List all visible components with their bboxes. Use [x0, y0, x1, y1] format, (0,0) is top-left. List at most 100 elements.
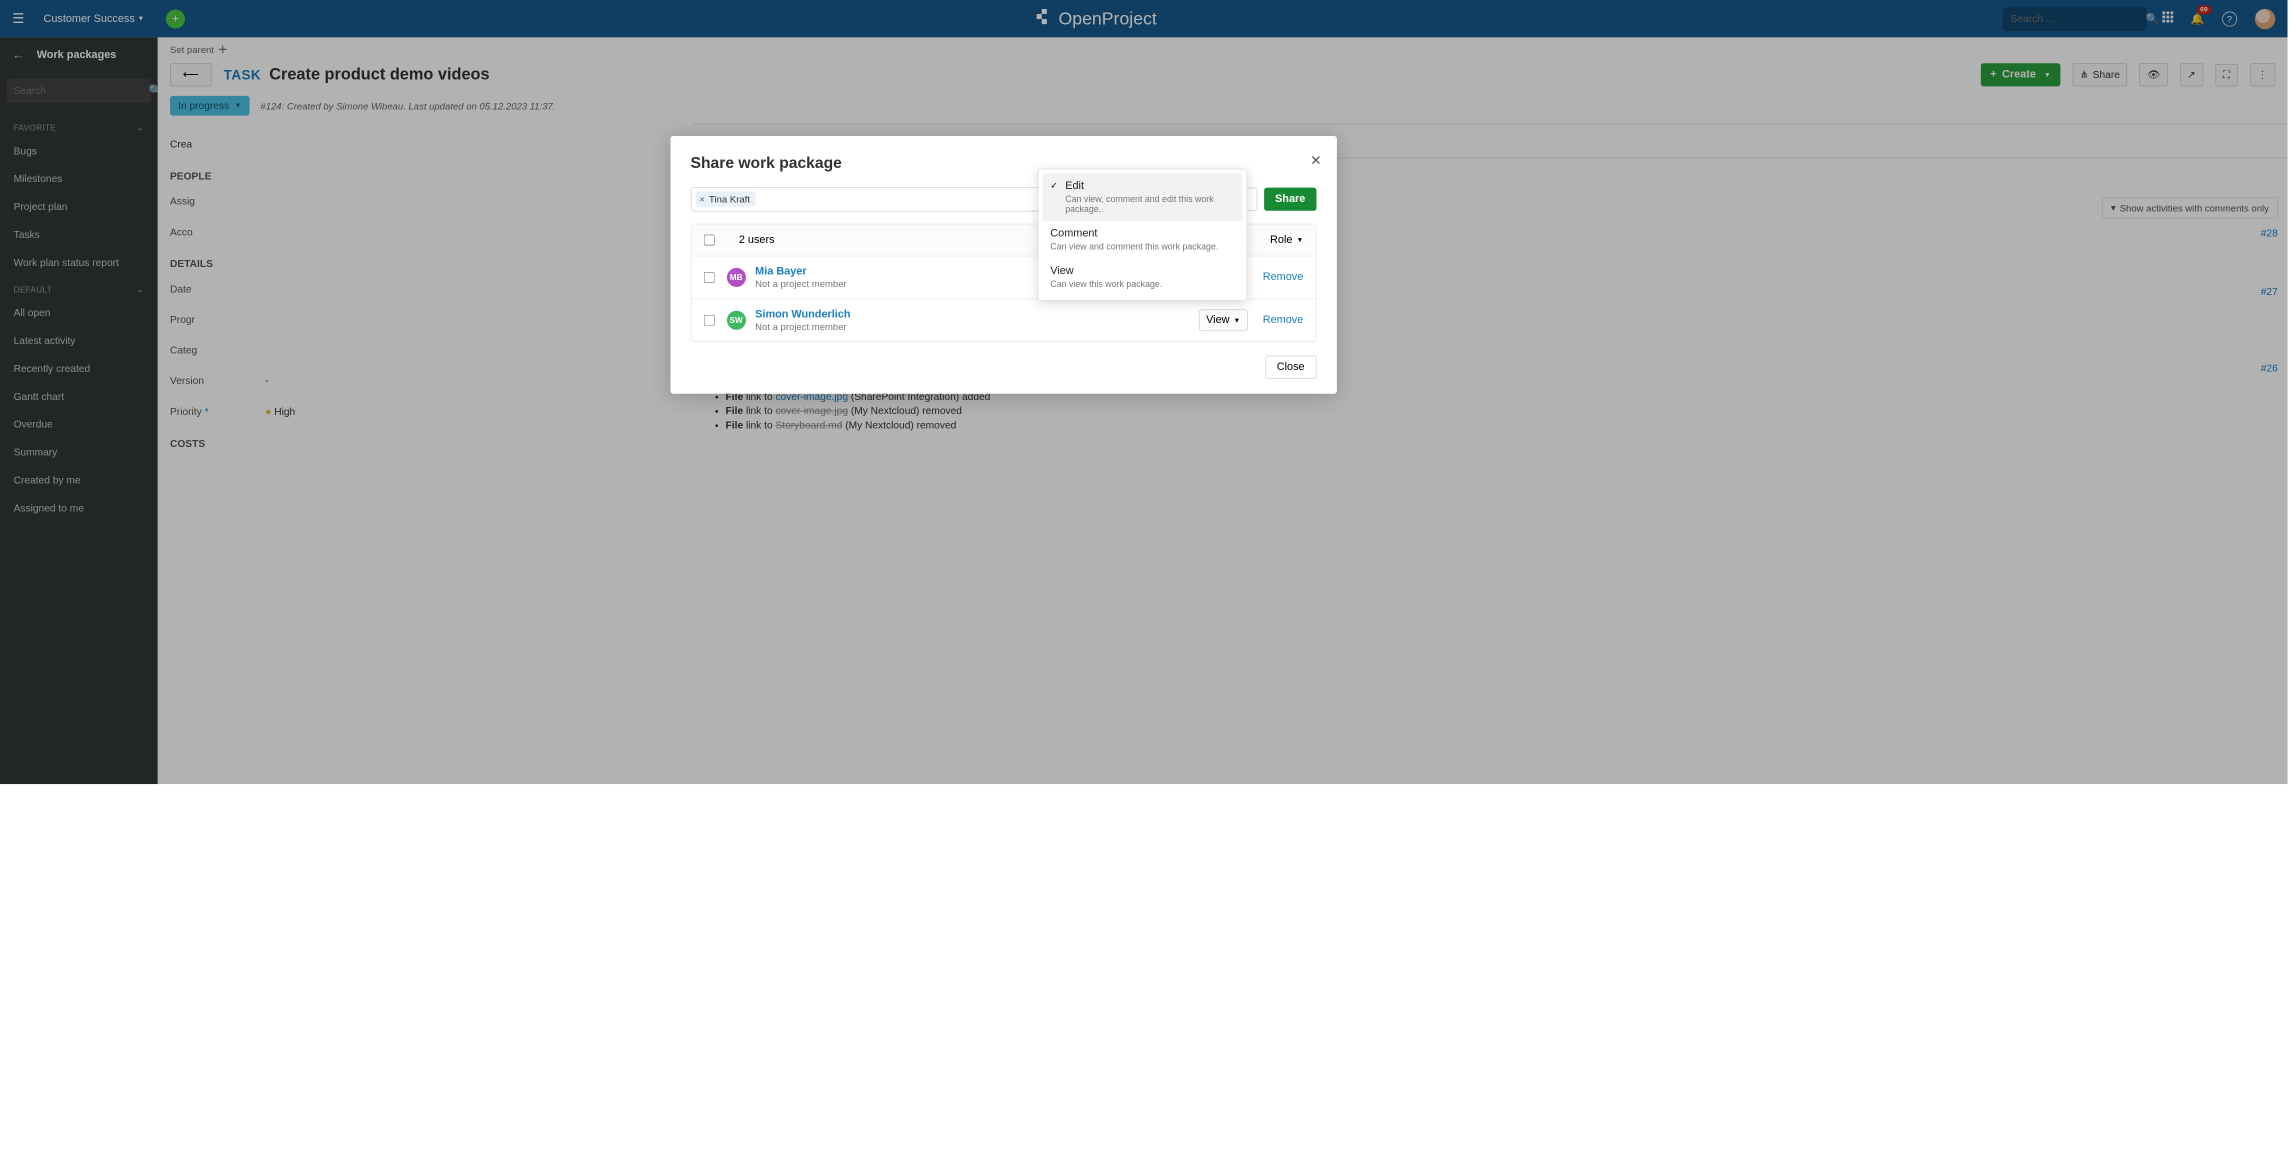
- caret-down-icon: ▼: [2044, 71, 2051, 78]
- section-details: DETAILS: [170, 248, 681, 275]
- progress-label: Progr: [170, 314, 265, 326]
- user-name[interactable]: Simon Wunderlich: [755, 309, 1198, 321]
- category-label: Categ: [170, 345, 265, 357]
- search-input[interactable]: [2011, 13, 2146, 25]
- user-avatar: MB: [727, 268, 746, 287]
- sidebar-title: Work packages: [37, 49, 117, 61]
- caret-down-icon: ▼: [137, 15, 144, 22]
- app-name: OpenProject: [1059, 8, 1157, 29]
- share-modal: Share work package ✕ × Tina Kraft × ▼ Ed…: [670, 136, 1336, 394]
- hamburger-icon[interactable]: ☰: [12, 10, 24, 27]
- sidebar-item[interactable]: Tasks: [0, 221, 158, 249]
- sidebar-item[interactable]: Gantt chart: [0, 383, 158, 411]
- expand-icon: ⛶: [2223, 69, 2230, 81]
- share-icon: ⋔: [2080, 69, 2089, 81]
- user-role-select[interactable]: View ▼: [1199, 309, 1248, 331]
- sidebar-item[interactable]: Assigned to me: [0, 494, 158, 522]
- eye-icon: 👁: [2147, 69, 2160, 81]
- share-toolbar-button[interactable]: ⋔ Share: [2073, 63, 2128, 86]
- sidebar-item[interactable]: All open: [0, 299, 158, 327]
- close-button[interactable]: Close: [1265, 356, 1316, 379]
- global-search[interactable]: 🔍: [2003, 7, 2146, 30]
- project-selector[interactable]: Customer Success ▼: [43, 13, 144, 25]
- activity-num[interactable]: #28: [2261, 228, 2278, 240]
- create-button[interactable]: + Create ▼: [1981, 63, 2061, 86]
- activity-num[interactable]: #26: [2261, 362, 2278, 385]
- chevron-down-icon: ⌄: [136, 284, 144, 296]
- activity-filter-button[interactable]: ▾ Show activities with comments only: [2102, 197, 2278, 218]
- link-icon: ↗: [2187, 69, 2196, 81]
- remove-user-button[interactable]: Remove: [1263, 314, 1304, 326]
- role-dropdown-menu: ✓ Edit Can view, comment and edit this w…: [1037, 169, 1246, 301]
- set-parent[interactable]: Set parent ＋: [158, 37, 2288, 59]
- priority-label: Priority *: [170, 406, 265, 418]
- help-icon[interactable]: ?: [2222, 11, 2237, 26]
- watch-button[interactable]: 👁: [2140, 63, 2168, 86]
- wp-title[interactable]: Create product demo videos: [269, 65, 489, 84]
- user-avatar[interactable]: [2255, 9, 2275, 29]
- assignee-label: Assig: [170, 196, 265, 208]
- version-value[interactable]: -: [265, 375, 268, 387]
- wp-type: TASK: [224, 68, 261, 84]
- caret-down-icon: ▼: [235, 102, 242, 109]
- back-button[interactable]: ⟵: [170, 63, 211, 86]
- section-costs: COSTS: [170, 427, 681, 454]
- share-submit-button[interactable]: Share: [1264, 188, 1316, 211]
- user-chip[interactable]: × Tina Kraft: [695, 192, 755, 207]
- section-people: PEOPLE: [170, 160, 681, 187]
- sidebar-item[interactable]: Latest activity: [0, 327, 158, 355]
- priority-value[interactable]: ● High: [265, 406, 295, 418]
- plus-icon: ＋: [218, 45, 228, 55]
- remove-user-button[interactable]: Remove: [1263, 271, 1304, 283]
- user-checkbox[interactable]: [703, 315, 714, 326]
- details-left: Crea PEOPLE Assig Acco DETAILS Date Prog…: [158, 124, 693, 459]
- role-option-comment[interactable]: Comment Can view and comment this work p…: [1042, 221, 1242, 258]
- search-icon[interactable]: 🔍: [2146, 12, 2160, 26]
- modules-icon[interactable]: [2162, 12, 2173, 26]
- sidebar-item[interactable]: Recently created: [0, 355, 158, 383]
- sidebar-item[interactable]: Created by me: [0, 466, 158, 494]
- sidebar-group-default[interactable]: DEFAULT ⌄: [0, 277, 158, 299]
- select-all-checkbox[interactable]: [703, 235, 714, 246]
- shared-user-row: SW Simon Wunderlich Not a project member…: [691, 299, 1315, 341]
- sidebar-group-favorite[interactable]: FAVORITE ⌄: [0, 115, 158, 137]
- check-icon: ✓: [1050, 180, 1057, 191]
- users-count: 2 users: [739, 234, 775, 246]
- close-icon[interactable]: ✕: [1310, 152, 1321, 169]
- activity-num[interactable]: #27: [2261, 286, 2278, 298]
- sidebar-item[interactable]: Work plan status report: [0, 249, 158, 277]
- sidebar-item[interactable]: Milestones: [0, 165, 158, 193]
- sidebar-search-input[interactable]: [14, 85, 149, 97]
- role-option-edit[interactable]: ✓ Edit Can view, comment and edit this w…: [1042, 173, 1242, 221]
- link-button[interactable]: ↗: [2180, 63, 2204, 86]
- notifications-icon[interactable]: 🔔 69: [2191, 12, 2205, 26]
- user-sub: Not a project member: [755, 321, 1198, 332]
- wp-meta: #124: Created by Simone Wibeau. Last upd…: [260, 100, 555, 111]
- top-header: ☰ Customer Success ▼ + OpenProject 🔍 🔔 6…: [0, 0, 2287, 37]
- back-icon[interactable]: ←: [12, 48, 24, 62]
- left-sidebar: ← Work packages 🔍 FAVORITE ⌄ Bugs Milest…: [0, 37, 158, 784]
- filter-icon: ▾: [2111, 202, 2116, 214]
- sidebar-item[interactable]: Overdue: [0, 411, 158, 439]
- chip-remove-icon[interactable]: ×: [699, 194, 705, 205]
- sidebar-item[interactable]: Project plan: [0, 193, 158, 221]
- app-logo[interactable]: OpenProject: [1031, 8, 1156, 29]
- chevron-down-icon: ⌄: [136, 122, 144, 134]
- description-row[interactable]: Crea: [170, 129, 681, 160]
- global-add-button[interactable]: +: [166, 9, 185, 28]
- plus-icon: +: [1990, 69, 1996, 81]
- user-checkbox[interactable]: [703, 272, 714, 283]
- kebab-icon: ⋮: [2257, 69, 2267, 81]
- status-selector[interactable]: In progress ▼: [170, 96, 250, 116]
- sidebar-item[interactable]: Summary: [0, 439, 158, 467]
- version-label: Version: [170, 375, 265, 387]
- user-avatar: SW: [727, 311, 746, 330]
- sidebar-search[interactable]: 🔍: [7, 78, 151, 102]
- sidebar-item[interactable]: Bugs: [0, 137, 158, 165]
- fullscreen-button[interactable]: ⛶: [2216, 64, 2238, 86]
- more-button[interactable]: ⋮: [2250, 63, 2275, 86]
- logo-icon: [1031, 9, 1051, 29]
- role-option-view[interactable]: View Can view this work package.: [1042, 258, 1242, 295]
- date-label: Date: [170, 284, 265, 296]
- role-header[interactable]: Role ▼: [1270, 234, 1303, 246]
